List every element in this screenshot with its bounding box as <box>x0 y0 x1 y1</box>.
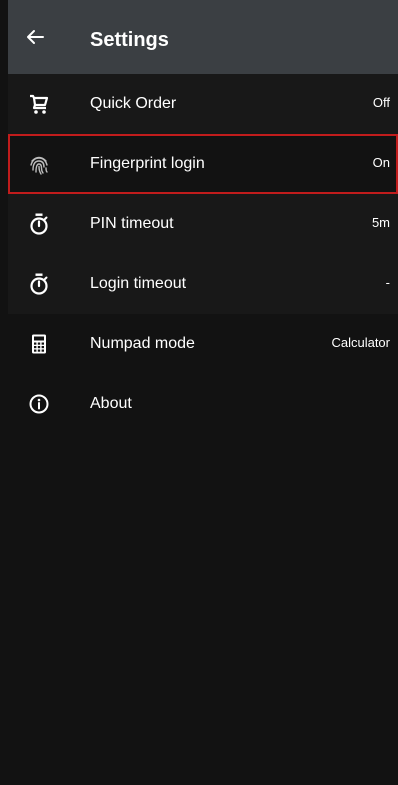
calculator-icon <box>28 333 50 355</box>
setting-label: Numpad mode <box>90 335 195 352</box>
setting-label: PIN timeout <box>90 215 174 232</box>
setting-row-fingerprint-login[interactable]: Fingerprint login On <box>8 134 398 194</box>
setting-value: On <box>372 155 390 170</box>
settings-screen: Settings Quick Order Off Fingerprint log… <box>0 0 398 785</box>
setting-label: Fingerprint login <box>90 155 205 172</box>
settings-list: Quick Order Off Fingerprint login On PIN… <box>8 74 398 434</box>
setting-value: Off <box>372 95 390 110</box>
setting-value: - <box>385 275 390 290</box>
setting-value: Calculator <box>331 335 390 350</box>
page-title: Settings <box>90 29 169 51</box>
setting-row-pin-timeout[interactable]: PIN timeout 5m <box>8 194 398 254</box>
timer-icon <box>28 213 50 235</box>
info-icon <box>28 393 50 415</box>
setting-label: Quick Order <box>90 95 177 112</box>
fingerprint-icon <box>28 153 50 175</box>
setting-value: 5m <box>371 215 390 230</box>
setting-row-numpad-mode[interactable]: Numpad mode Calculator <box>8 314 398 374</box>
back-button[interactable] <box>22 24 48 50</box>
setting-row-quick-order[interactable]: Quick Order Off <box>8 74 398 134</box>
back-arrow-icon <box>25 27 45 47</box>
setting-label: Login timeout <box>90 275 187 292</box>
timer-icon <box>28 273 50 295</box>
setting-row-login-timeout[interactable]: Login timeout - <box>8 254 398 314</box>
cart-icon <box>28 93 50 115</box>
setting-row-about[interactable]: About <box>8 374 398 434</box>
setting-label: About <box>90 395 132 412</box>
app-bar: Settings <box>8 0 398 74</box>
